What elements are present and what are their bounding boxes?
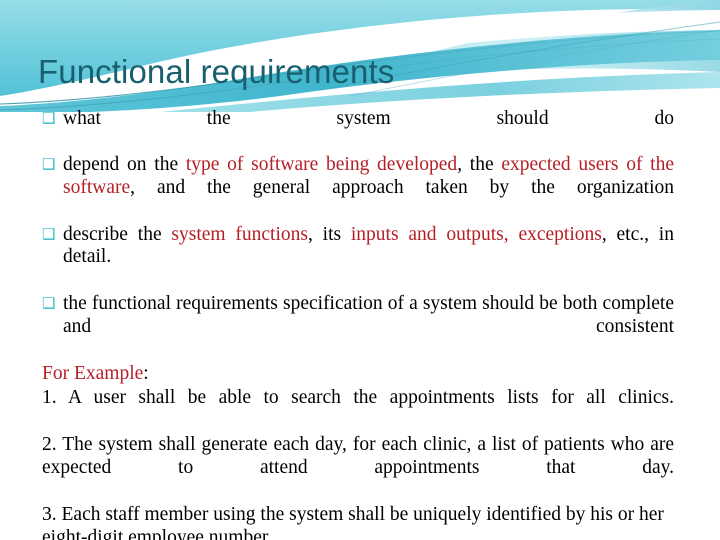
bullet-item: ❑ describe the system functions, its inpu… <box>42 224 674 293</box>
bullet-square-icon: ❑ <box>42 224 56 243</box>
bullet-text: depend on the type of software being dev… <box>63 154 674 198</box>
for-example-label: For Example <box>42 363 144 385</box>
plain-phrase: depend on the <box>63 154 186 176</box>
example-text: Each staff member using the system shall… <box>42 503 664 540</box>
for-example-heading: For Example: <box>42 363 674 386</box>
example-number: 1. <box>42 387 57 409</box>
for-example-colon: : <box>143 363 149 385</box>
plain-phrase: describe the <box>63 223 172 245</box>
example-number: 3. <box>42 503 57 525</box>
bullet-item: ❑ what the system should do <box>42 108 674 154</box>
bullet-text: what the system should do <box>63 108 674 129</box>
highlighted-phrase: system functions <box>171 223 308 245</box>
page-title: Functional requirements <box>38 53 395 90</box>
plain-phrase: , and the general approach taken by the … <box>130 177 674 199</box>
bullet-square-icon: ❑ <box>42 293 56 312</box>
example-item: 2. The system shall generate each day, f… <box>42 434 674 503</box>
bullet-square-icon: ❑ <box>42 109 56 127</box>
highlighted-phrase: type of software being developed <box>185 154 458 176</box>
example-number: 2. <box>42 434 57 456</box>
bullet-text: describe the system functions, its input… <box>63 224 674 268</box>
slide: Functional requirements ❑ what the system… <box>0 0 720 540</box>
example-item: 3. Each staff member using the system sh… <box>42 504 674 540</box>
plain-phrase: , the <box>457 154 502 176</box>
example-text: The system shall generate each day, for … <box>42 434 674 479</box>
example-text: A user shall be able to search the appoi… <box>68 387 674 409</box>
plain-phrase: what the system should do <box>63 108 674 129</box>
highlighted-phrase: inputs and outputs, exceptions <box>350 223 602 245</box>
bullet-item: ❑ depend on the type of software being de… <box>42 154 674 223</box>
example-item: 1. A user shall be able to search the ap… <box>42 387 674 433</box>
slide-body: ❑ what the system should do ❑ depend on th… <box>42 108 674 540</box>
bullet-square-icon: ❑ <box>42 155 56 174</box>
bullet-text: the functional requirements specificatio… <box>63 293 674 337</box>
plain-phrase: , its <box>307 223 351 245</box>
bullet-item: ❑ the functional requirements specificati… <box>42 293 674 362</box>
plain-phrase: the functional requirements specificatio… <box>63 292 674 337</box>
